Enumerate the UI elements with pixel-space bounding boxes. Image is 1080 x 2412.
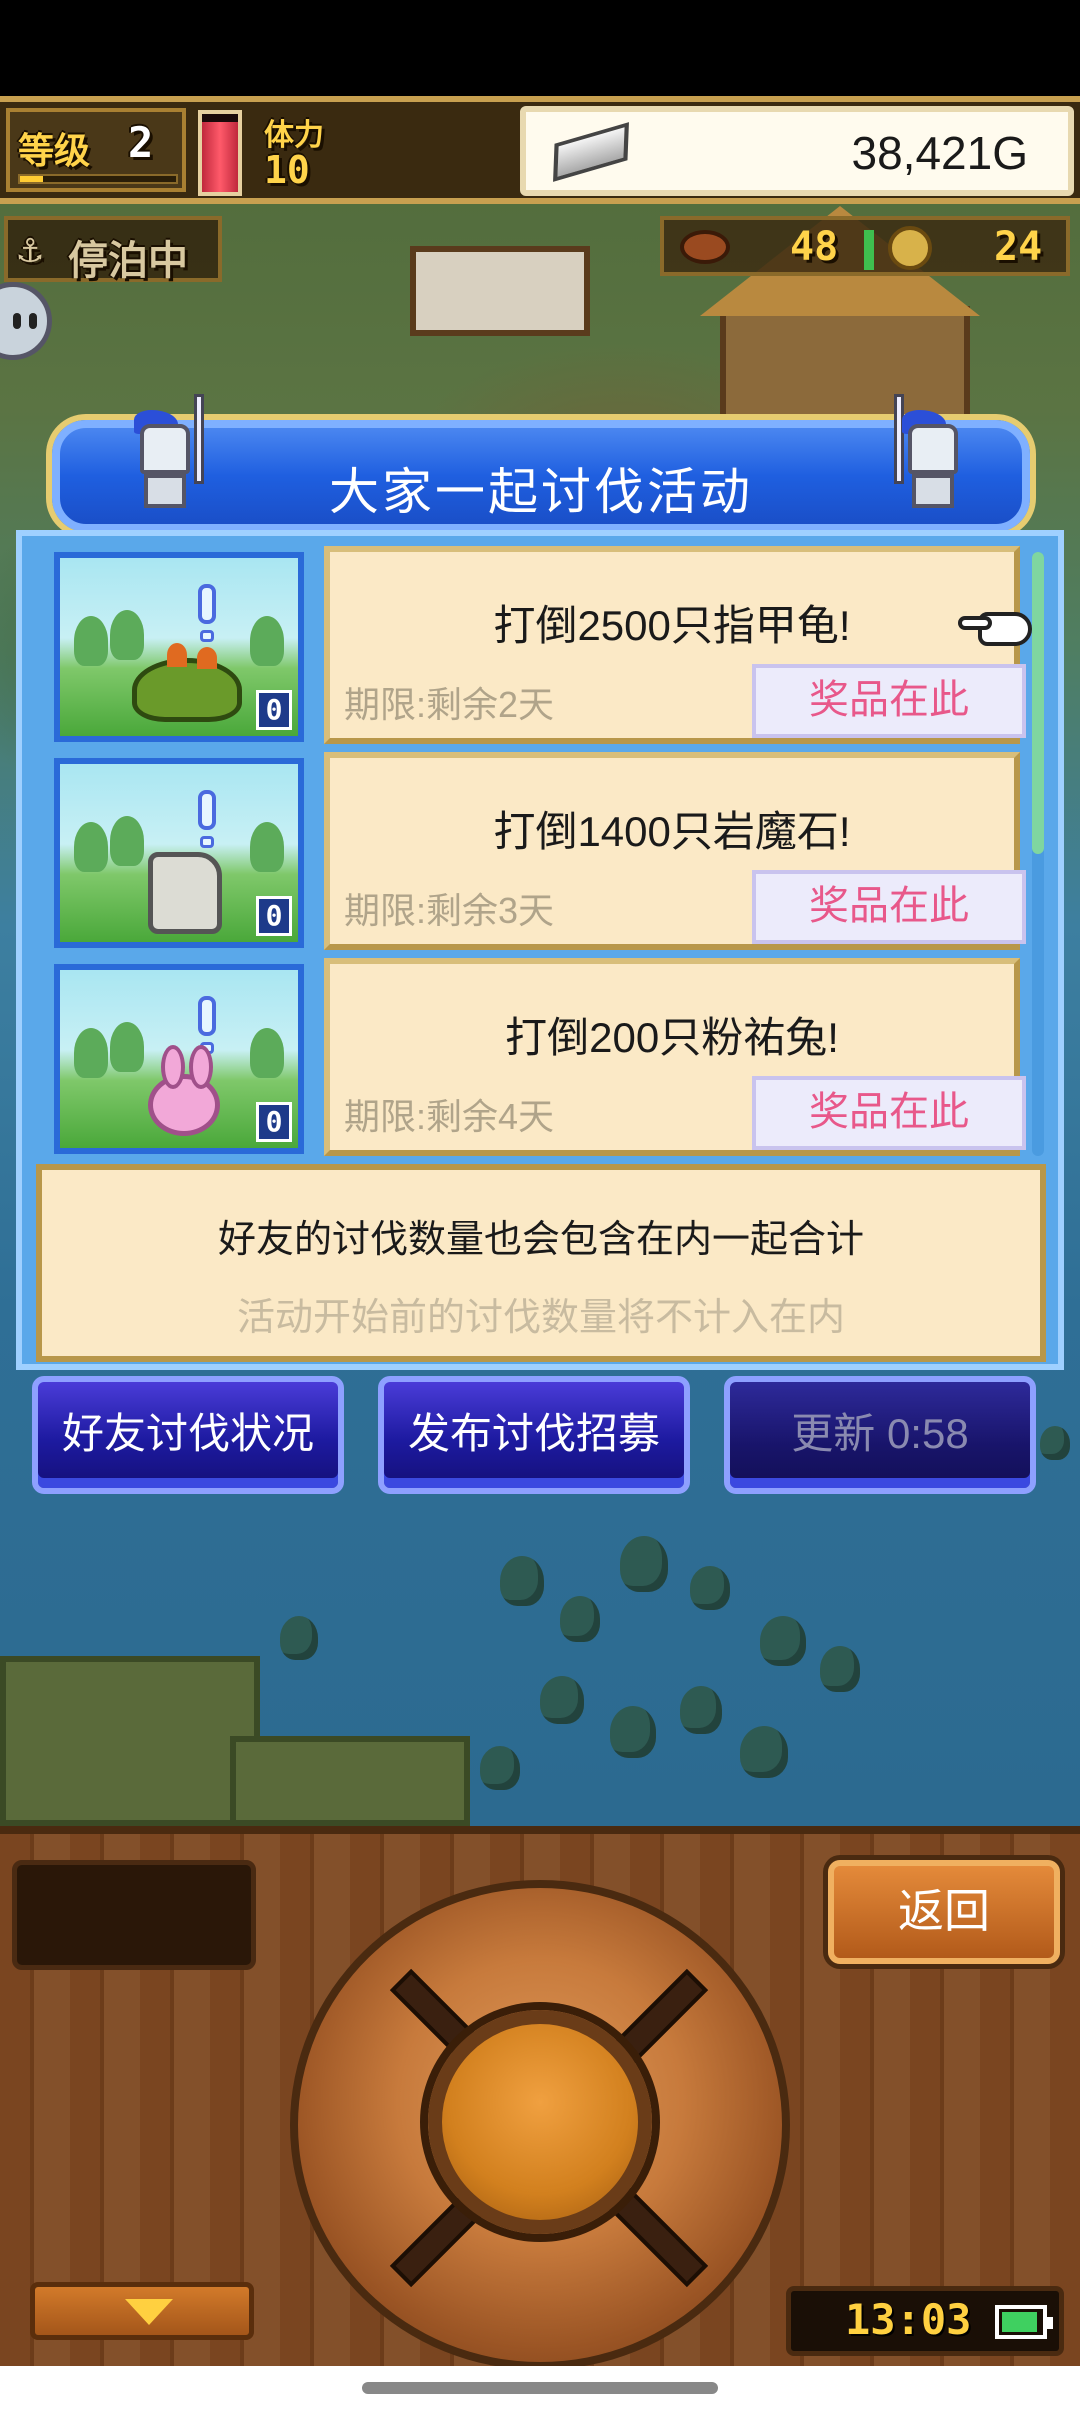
level-label: 等级 bbox=[18, 131, 91, 172]
battery-fill bbox=[1002, 2312, 1038, 2332]
event-panel-header: 大家一起讨伐活动 bbox=[52, 394, 1030, 532]
exp-bar bbox=[18, 174, 178, 184]
post-recruit-button[interactable]: 发布讨伐招募 bbox=[378, 1376, 690, 1494]
level-value: 2 bbox=[128, 118, 154, 167]
sea-rock bbox=[620, 1536, 668, 1592]
sea-rock bbox=[1040, 1426, 1070, 1460]
arrow-down-icon bbox=[125, 2299, 173, 2325]
sea-rock bbox=[740, 1726, 788, 1778]
event-thumbnail: 0 bbox=[54, 758, 304, 948]
stamina-box: 体力 10 bbox=[250, 108, 520, 192]
status-bar bbox=[0, 0, 1080, 96]
gold-amount: 38,421G bbox=[851, 127, 1028, 179]
docked-status: ⚓ 停泊中 bbox=[4, 216, 222, 284]
event-card: 打倒200只粉祐兔! 期限:剩余4天 奖品在此 bbox=[324, 958, 1026, 1156]
event-card: 打倒2500只指甲龟! 期限:剩余2天 奖品在此 bbox=[324, 546, 1026, 744]
event-title: 打倒2500只指甲龟! bbox=[493, 602, 851, 649]
gold-display[interactable]: 38,421G bbox=[520, 106, 1074, 196]
refresh-button[interactable]: 更新 0:58 bbox=[724, 1376, 1036, 1494]
prize-button[interactable]: 奖品在此 bbox=[752, 1076, 1026, 1150]
panel-title: 大家一起讨伐活动 bbox=[329, 464, 753, 520]
exclamation-icon bbox=[198, 996, 216, 1036]
dial-center-button[interactable] bbox=[428, 2010, 652, 2234]
background-island bbox=[0, 1656, 260, 1826]
kill-count-badge: 0 bbox=[256, 690, 292, 730]
event-deadline: 期限:剩余4天 bbox=[344, 1096, 555, 1137]
event-title: 打倒200只粉祐兔! bbox=[505, 1014, 839, 1061]
turtle-monster-icon bbox=[132, 643, 242, 722]
sea-rock bbox=[820, 1646, 860, 1692]
event-title: 打倒1400只岩魔石! bbox=[493, 808, 851, 855]
home-gesture-bar[interactable] bbox=[362, 2382, 718, 2394]
event-list[interactable]: 0 打倒2500只指甲龟! 期限:剩余2天 奖品在此 0 打倒1400只岩魔石!… bbox=[36, 546, 1040, 1162]
back-button[interactable]: 返回 bbox=[828, 1860, 1060, 1964]
control-console: 返回 13:03 bbox=[0, 1826, 1080, 2372]
note-main-text: 好友的讨伐数量也会包含在内一起合计 bbox=[217, 1219, 864, 1261]
exclamation-icon bbox=[198, 584, 216, 624]
event-deadline: 期限:剩余2天 bbox=[344, 684, 555, 725]
sea-rock bbox=[280, 1616, 318, 1660]
silver-bar-icon bbox=[553, 122, 629, 182]
meat-icon bbox=[680, 230, 730, 264]
clock-time: 13:03 bbox=[845, 2295, 972, 2344]
knight-icon bbox=[894, 394, 968, 514]
food-count: 48 bbox=[790, 224, 839, 270]
event-row: 0 打倒2500只指甲龟! 期限:剩余2天 奖品在此 bbox=[36, 546, 1040, 744]
sea-rock bbox=[680, 1686, 722, 1734]
coin-count: 24 bbox=[994, 224, 1043, 270]
kill-count-badge: 0 bbox=[256, 1102, 292, 1142]
coin-icon bbox=[888, 226, 932, 270]
hp-gauge bbox=[198, 110, 242, 196]
top-hud: 等级 2 体力 10 38,421G bbox=[0, 96, 1080, 204]
directional-dial[interactable] bbox=[290, 1880, 790, 2370]
collapse-down-button[interactable] bbox=[30, 2282, 254, 2340]
hp-gauge-fill bbox=[202, 121, 238, 192]
rock-golem-monster-icon bbox=[148, 852, 222, 934]
event-note: 好友的讨伐数量也会包含在内一起合计 活动开始前的讨伐数量将不计入在内 bbox=[36, 1164, 1046, 1362]
note-sub-text: 活动开始前的讨伐数量将不计入在内 bbox=[236, 1297, 845, 1339]
docked-label: 停泊中 bbox=[68, 238, 188, 284]
empty-slot bbox=[12, 1860, 256, 1970]
sea-rock bbox=[760, 1616, 806, 1666]
clock-display: 13:03 bbox=[786, 2286, 1064, 2356]
hud-secondary-row: ⚓ 停泊中 48 24 bbox=[0, 210, 1080, 286]
stamina-value: 10 bbox=[264, 148, 310, 192]
kill-count-badge: 0 bbox=[256, 896, 292, 936]
event-row: 0 打倒1400只岩魔石! 期限:剩余3天 奖品在此 bbox=[36, 752, 1040, 950]
sea-rock bbox=[610, 1706, 656, 1758]
sea-rock bbox=[500, 1556, 544, 1606]
event-card: 打倒1400只岩魔石! 期限:剩余3天 奖品在此 bbox=[324, 752, 1026, 950]
sea-rock bbox=[480, 1746, 520, 1790]
sea-rock bbox=[690, 1566, 730, 1610]
food-level-bar bbox=[864, 230, 874, 270]
system-nav-bar bbox=[0, 2366, 1080, 2412]
pointing-hand-icon bbox=[958, 604, 1038, 660]
exp-bar-fill bbox=[20, 176, 44, 182]
prize-button[interactable]: 奖品在此 bbox=[752, 870, 1026, 944]
friends-status-button[interactable]: 好友讨伐状况 bbox=[32, 1376, 344, 1494]
event-deadline: 期限:剩余3天 bbox=[344, 890, 555, 931]
sea-rock bbox=[540, 1676, 584, 1724]
prize-button[interactable]: 奖品在此 bbox=[752, 664, 1026, 738]
event-thumbnail: 0 bbox=[54, 552, 304, 742]
anchor-icon: ⚓ bbox=[18, 226, 43, 272]
sea-rock bbox=[560, 1596, 600, 1642]
scrollbar-thumb[interactable] bbox=[1032, 552, 1044, 854]
resource-counter: 48 24 bbox=[660, 216, 1070, 276]
event-panel: 0 打倒2500只指甲龟! 期限:剩余2天 奖品在此 0 打倒1400只岩魔石!… bbox=[16, 530, 1064, 1370]
pink-rabbit-monster-icon bbox=[148, 1045, 220, 1136]
level-box: 等级 2 bbox=[6, 108, 186, 192]
event-row: 0 打倒200只粉祐兔! 期限:剩余4天 奖品在此 bbox=[36, 958, 1040, 1156]
background-island bbox=[230, 1736, 470, 1826]
event-thumbnail: 0 bbox=[54, 964, 304, 1154]
exclamation-icon bbox=[198, 790, 216, 830]
battery-icon bbox=[995, 2305, 1053, 2339]
